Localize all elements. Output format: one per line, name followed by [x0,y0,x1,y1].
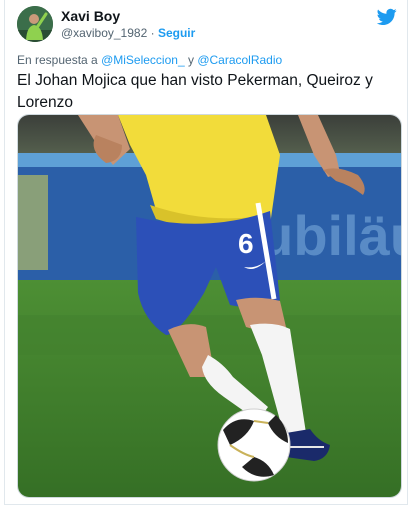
reply-joiner: y [187,53,194,67]
tweet-media-photo[interactable]: Jubiläum 6 [17,114,402,498]
jersey-number: 6 [238,228,254,259]
reply-mention-caracolradio[interactable]: @CaracolRadio [197,53,282,67]
display-name[interactable]: Xavi Boy [61,8,120,24]
football-player-photo: Jubiläum 6 [18,115,401,497]
meta-separator: · [150,26,155,40]
tweet-card: Xavi Boy @xaviboy_1982 · Seguir En respu… [4,0,408,505]
user-handle[interactable]: @xaviboy_1982 [61,26,147,40]
avatar-image [17,6,53,42]
follow-button[interactable]: Seguir [158,26,195,40]
avatar[interactable] [17,6,53,42]
reply-prefix: En respuesta a [17,53,98,67]
reply-mention-miseleccion[interactable]: @MiSeleccion_ [101,53,185,67]
reply-context: En respuesta a @MiSeleccion_ y @CaracolR… [17,53,282,67]
tweet-text: El Johan Mojica que han visto Pekerman, … [17,72,373,111]
user-meta: @xaviboy_1982 · Seguir [61,26,195,40]
twitter-bird-icon[interactable] [377,8,397,26]
